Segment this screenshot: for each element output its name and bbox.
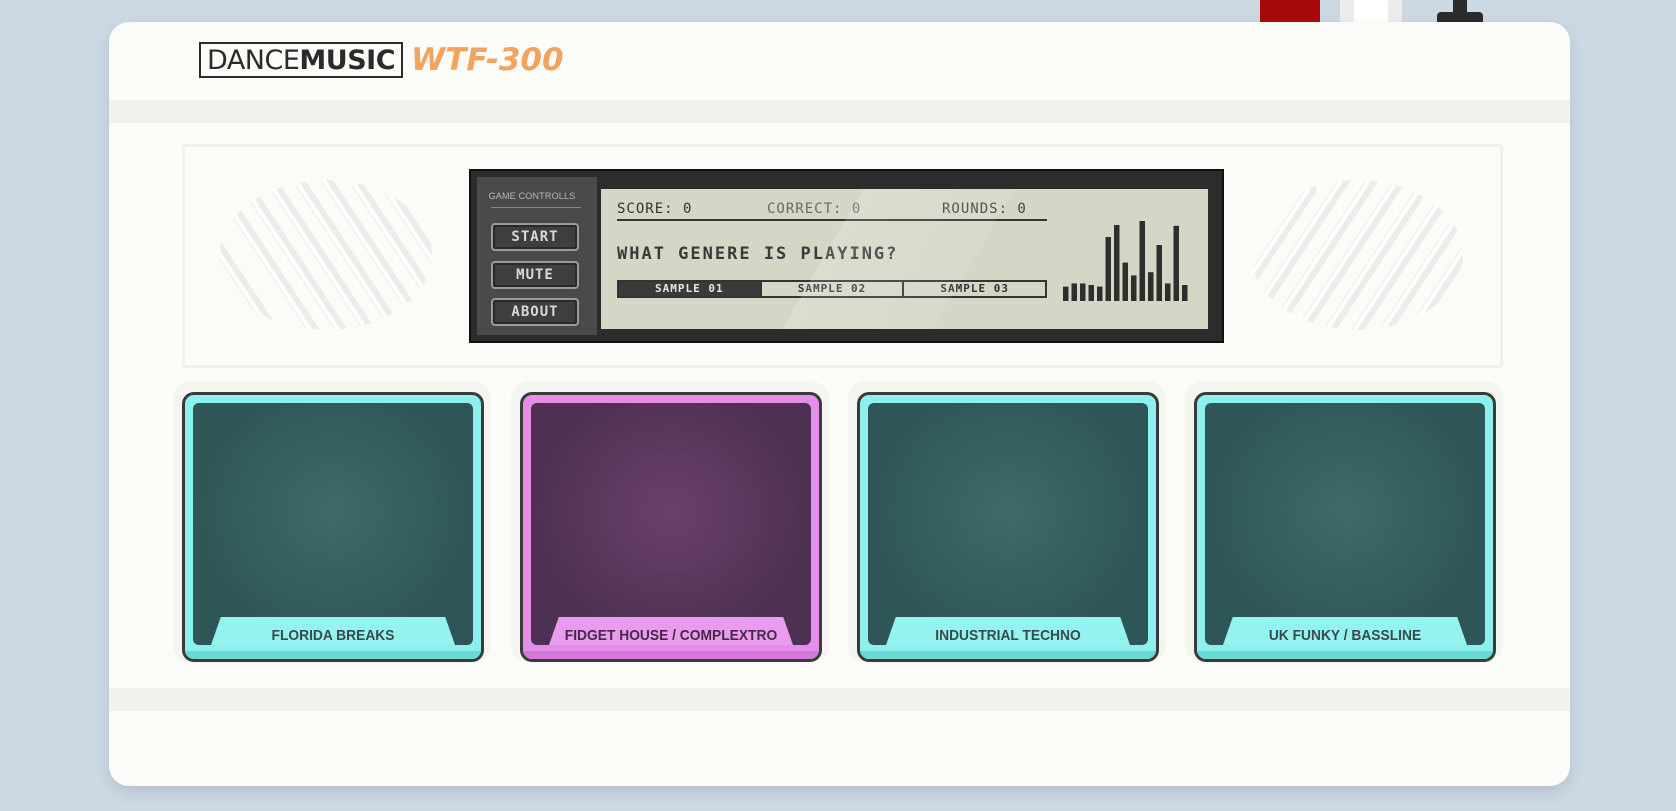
music-device: DANCE MUSIC WTF-300 GAME CONTROLLS START… bbox=[109, 22, 1570, 786]
pad-label: FIDGET HOUSE / COMPLEXTRO bbox=[564, 627, 778, 644]
brand-prefix: DANCE bbox=[207, 44, 300, 76]
brand-bold: MUSIC bbox=[299, 44, 396, 76]
about-button[interactable]: ABOUT bbox=[491, 298, 579, 326]
equalizer-bar bbox=[1165, 283, 1171, 301]
controls-divider bbox=[491, 207, 581, 208]
pad-base bbox=[1197, 651, 1493, 659]
game-controls: GAME CONTROLLS START MUTE ABOUT bbox=[477, 177, 597, 335]
equalizer-bar bbox=[1071, 283, 1077, 301]
equalizer-bar bbox=[1156, 245, 1162, 301]
genre-pad-3[interactable]: INDUSTRIAL TECHNO bbox=[857, 392, 1159, 662]
equalizer-bar bbox=[1114, 225, 1120, 301]
equalizer-bar bbox=[1088, 285, 1094, 301]
sample-tab-1[interactable]: SAMPLE 01 bbox=[619, 282, 762, 296]
equalizer-bar bbox=[1097, 286, 1103, 301]
genre-pad-1[interactable]: FLORIDA BREAKS bbox=[182, 392, 484, 662]
start-button[interactable]: START bbox=[491, 223, 579, 251]
equalizer-bar bbox=[1105, 237, 1111, 301]
game-screen: GAME CONTROLLS START MUTE ABOUT SCORE: 0… bbox=[469, 169, 1224, 343]
pad-screen bbox=[531, 403, 811, 645]
pad-base bbox=[860, 651, 1156, 659]
equalizer-bar bbox=[1131, 275, 1137, 301]
sample-tab-3[interactable]: SAMPLE 03 bbox=[904, 282, 1045, 296]
correct-readout: CORRECT: 0 bbox=[767, 201, 862, 217]
sample-tab-2[interactable]: SAMPLE 02 bbox=[762, 282, 905, 296]
equalizer-bar bbox=[1122, 262, 1128, 301]
stats-row: SCORE: 0 CORRECT: 0 ROUNDS: 0 bbox=[617, 201, 1047, 221]
pad-base bbox=[523, 651, 819, 659]
top-divider-band bbox=[109, 100, 1570, 123]
equalizer-bar bbox=[1148, 272, 1154, 301]
lcd-display: SCORE: 0 CORRECT: 0 ROUNDS: 0 WHAT GENER… bbox=[601, 189, 1208, 329]
brand-name-box: DANCE MUSIC bbox=[199, 42, 404, 78]
pad-label: UK FUNKY / BASSLINE bbox=[1268, 627, 1422, 644]
red-audio-cable bbox=[1260, 0, 1320, 24]
white-audio-cable bbox=[1340, 0, 1402, 24]
speaker-grille-right bbox=[1251, 180, 1463, 330]
controls-title: GAME CONTROLLS bbox=[488, 191, 576, 201]
brand-logo: DANCE MUSIC WTF-300 bbox=[199, 42, 564, 78]
question-text: WHAT GENERE IS PLAYING? bbox=[617, 244, 899, 264]
pad-screen bbox=[1205, 403, 1485, 645]
equalizer-bar bbox=[1063, 286, 1069, 301]
score-readout: SCORE: 0 bbox=[617, 201, 693, 217]
equalizer-bar bbox=[1080, 283, 1086, 301]
genre-pad-4[interactable]: UK FUNKY / BASSLINE bbox=[1194, 392, 1496, 662]
equalizer-bar bbox=[1173, 225, 1179, 301]
black-audio-cable bbox=[1437, 0, 1483, 22]
equalizer-visualizer bbox=[1063, 221, 1188, 301]
genre-pad-2[interactable]: FIDGET HOUSE / COMPLEXTRO bbox=[520, 392, 822, 662]
pad-screen bbox=[868, 403, 1148, 645]
equalizer-bar bbox=[1182, 285, 1188, 301]
mute-button[interactable]: MUTE bbox=[491, 261, 579, 289]
speaker-grille-left bbox=[220, 180, 432, 330]
pad-base bbox=[185, 651, 481, 659]
pad-screen bbox=[193, 403, 473, 645]
rounds-readout: ROUNDS: 0 bbox=[942, 201, 1027, 217]
bottom-divider-band bbox=[109, 688, 1570, 711]
equalizer-bar bbox=[1139, 221, 1145, 301]
model-name: WTF-300 bbox=[411, 42, 564, 78]
display-panel: GAME CONTROLLS START MUTE ABOUT SCORE: 0… bbox=[182, 144, 1503, 368]
sample-selector: SAMPLE 01 SAMPLE 02 SAMPLE 03 bbox=[617, 280, 1047, 298]
pad-label: INDUSTRIAL TECHNO bbox=[935, 627, 1081, 644]
pad-label: FLORIDA BREAKS bbox=[271, 627, 395, 644]
